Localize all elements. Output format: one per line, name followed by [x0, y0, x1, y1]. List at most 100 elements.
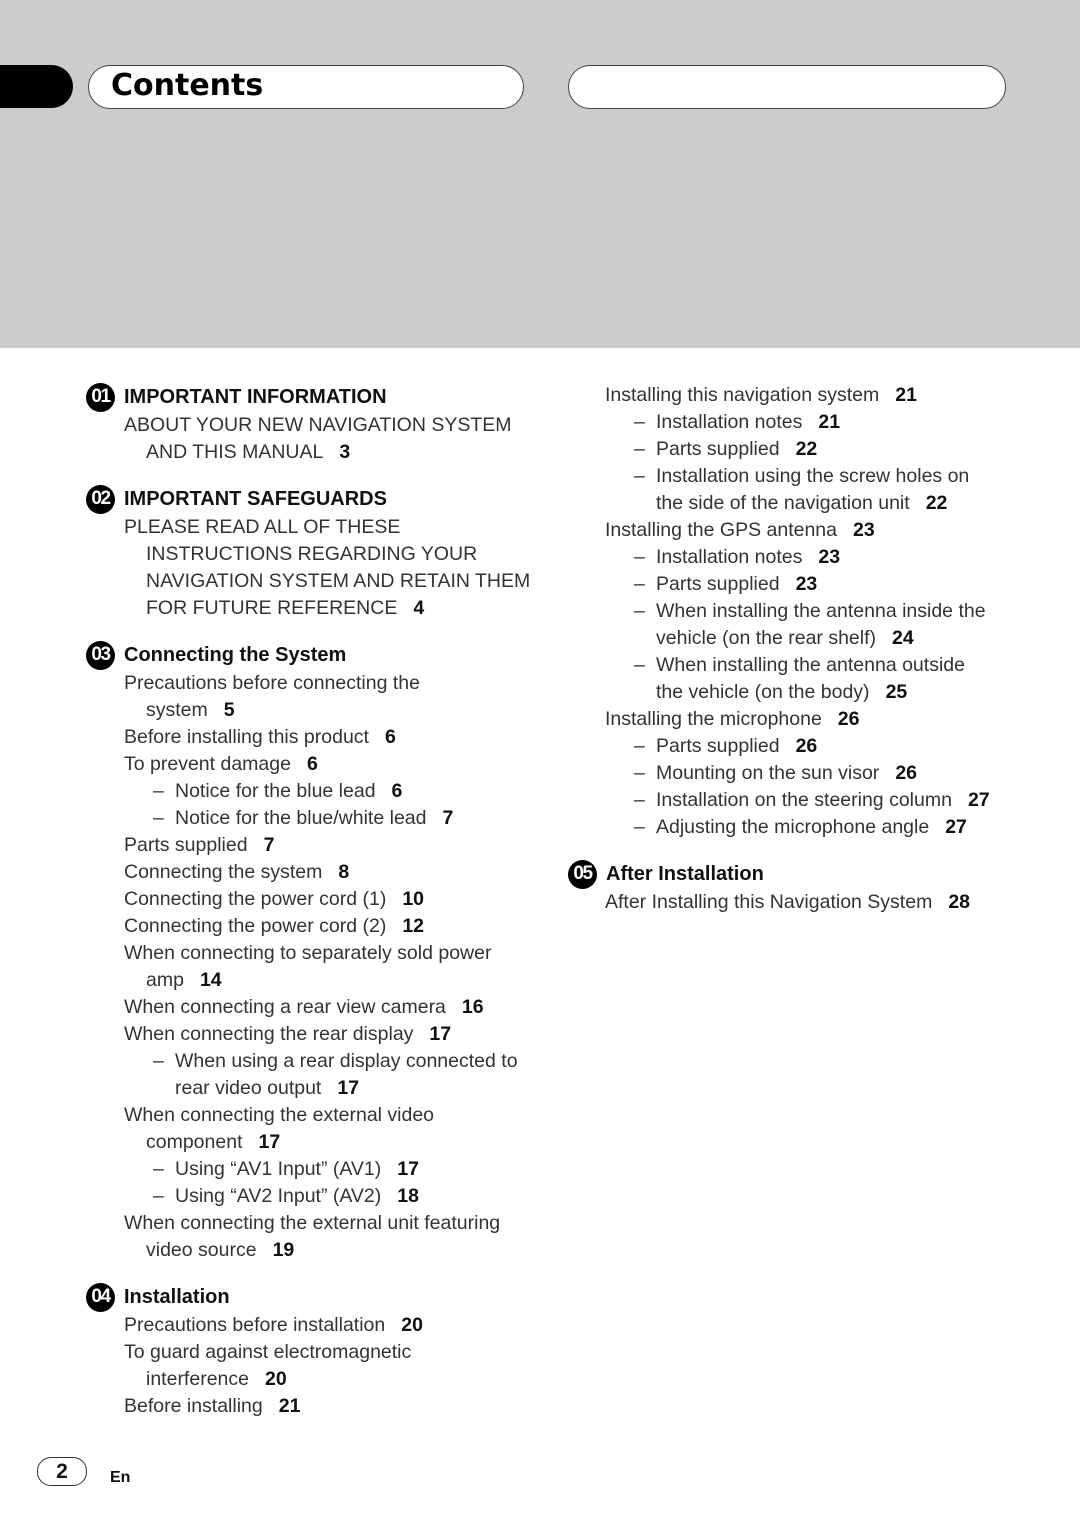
toc-entry[interactable]: – Installation notes 23: [568, 544, 1028, 571]
toc-entry[interactable]: – Parts supplied 22: [568, 436, 1028, 463]
page-ref[interactable]: 22: [796, 438, 818, 460]
page-ref[interactable]: 26: [838, 708, 860, 730]
page-title: Contents: [111, 68, 264, 103]
toc-entry[interactable]: Installing this navigation system 21: [568, 382, 1028, 409]
toc-entry[interactable]: Before installing this product 6: [86, 724, 546, 751]
section-title[interactable]: Connecting the System: [124, 644, 346, 667]
page-ref[interactable]: 8: [338, 861, 349, 883]
toc-entry[interactable]: Before installing 21: [86, 1393, 546, 1420]
toc-entry[interactable]: To prevent damage 6: [86, 751, 546, 778]
toc-entry[interactable]: – Mounting on the sun visor 26: [568, 760, 1028, 787]
dash-bullet: –: [634, 789, 645, 811]
toc-entry[interactable]: – Installation using the screw holes on th…: [568, 463, 1028, 517]
page-ref[interactable]: 19: [273, 1239, 295, 1261]
toc-entry[interactable]: – Notice for the blue/white lead 7: [86, 805, 546, 832]
section-title[interactable]: Installation: [124, 1286, 230, 1309]
page-ref[interactable]: 14: [200, 969, 222, 991]
page-ref[interactable]: 17: [258, 1131, 280, 1153]
page-ref[interactable]: 4: [413, 597, 424, 619]
toc-entry[interactable]: – Parts supplied 23: [568, 571, 1028, 598]
entry-first-line: When connecting the external unit featur…: [124, 1210, 546, 1237]
toc-entry[interactable]: When connecting the external unit featur…: [86, 1210, 546, 1264]
toc-entry[interactable]: – Using “AV1 Input” (AV1) 17: [86, 1156, 546, 1183]
page-ref[interactable]: 22: [926, 492, 948, 514]
section-title[interactable]: IMPORTANT SAFEGUARDS: [124, 488, 387, 511]
toc-entry[interactable]: – Installation on the steering column 27: [568, 787, 1028, 814]
entry-text: Using “AV1 Input” (AV1): [175, 1158, 382, 1180]
entry-continuation: AND THIS MANUAL 3: [124, 439, 546, 466]
section-heading[interactable]: 02 IMPORTANT SAFEGUARDS: [86, 484, 546, 514]
toc-entry[interactable]: PLEASE READ ALL OF THESE INSTRUCTIONS REG…: [86, 514, 546, 622]
toc-entry[interactable]: Installing the microphone 26: [568, 706, 1028, 733]
toc-entry[interactable]: – When installing the antenna outside the …: [568, 652, 1028, 706]
page-ref[interactable]: 26: [895, 762, 917, 784]
page-ref[interactable]: 26: [796, 735, 818, 757]
page-ref[interactable]: 20: [401, 1314, 423, 1336]
page-ref[interactable]: 16: [462, 996, 484, 1018]
page-ref[interactable]: 24: [892, 627, 914, 649]
toc-entry[interactable]: When connecting the external video compon…: [86, 1102, 546, 1156]
toc-entry[interactable]: – When installing the antenna inside the v…: [568, 598, 1028, 652]
toc-entry[interactable]: ABOUT YOUR NEW NAVIGATION SYSTEM AND THIS…: [86, 412, 546, 466]
page-ref[interactable]: 6: [307, 753, 318, 775]
toc-entry[interactable]: Installing the GPS antenna 23: [568, 517, 1028, 544]
page-ref[interactable]: 25: [886, 681, 908, 703]
page-ref[interactable]: 23: [796, 573, 818, 595]
toc-entry[interactable]: – Adjusting the microphone angle 27: [568, 814, 1028, 841]
page-ref[interactable]: 27: [945, 816, 967, 838]
toc-entry[interactable]: Parts supplied 7: [86, 832, 546, 859]
page-number: 2: [37, 1457, 87, 1486]
entry-text: NAVIGATION SYSTEM AND RETAIN THEM: [146, 570, 531, 592]
entry-continuation: interference 20: [124, 1366, 546, 1393]
page-ref[interactable]: 3: [339, 441, 350, 463]
page-ref[interactable]: 12: [402, 915, 424, 937]
page-ref[interactable]: 28: [948, 891, 970, 913]
page-ref[interactable]: 17: [429, 1023, 451, 1045]
page-ref[interactable]: 27: [968, 789, 990, 811]
toc-entry[interactable]: – Using “AV2 Input” (AV2) 18: [86, 1183, 546, 1210]
toc-entry[interactable]: Precautions before connecting the system 5: [86, 670, 546, 724]
toc-entry[interactable]: Connecting the power cord (1) 10: [86, 886, 546, 913]
entry-first-line: PLEASE READ ALL OF THESE: [124, 514, 546, 541]
section-title[interactable]: IMPORTANT INFORMATION: [124, 386, 387, 409]
blank-title-box: [568, 65, 1006, 109]
page-ref[interactable]: 17: [337, 1077, 359, 1099]
section-heading[interactable]: 01 IMPORTANT INFORMATION: [86, 382, 546, 412]
toc-entry[interactable]: – Parts supplied 26: [568, 733, 1028, 760]
toc-entry[interactable]: To guard against electromagnetic interfer…: [86, 1339, 546, 1393]
page-ref[interactable]: 6: [385, 726, 396, 748]
toc-entry[interactable]: – Notice for the blue lead 6: [86, 778, 546, 805]
page-ref[interactable]: 7: [264, 834, 275, 856]
toc-entry[interactable]: After Installing this Navigation System 2…: [568, 889, 1028, 916]
page-ref[interactable]: 23: [818, 546, 840, 568]
page-number-text: 2: [56, 1459, 68, 1483]
page-ref[interactable]: 10: [402, 888, 424, 910]
section-title[interactable]: After Installation: [606, 863, 764, 886]
toc-entry[interactable]: Connecting the power cord (2) 12: [86, 913, 546, 940]
toc-entry[interactable]: Precautions before installation 20: [86, 1312, 546, 1339]
page-ref[interactable]: 21: [895, 384, 917, 406]
toc-entry[interactable]: When connecting a rear view camera 16: [86, 994, 546, 1021]
toc-entry[interactable]: Connecting the system 8: [86, 859, 546, 886]
page-ref[interactable]: 6: [392, 780, 403, 802]
section-heading[interactable]: 03 Connecting the System: [86, 640, 546, 670]
page-ref[interactable]: 17: [397, 1158, 419, 1180]
entry-text: ABOUT YOUR NEW NAVIGATION SYSTEM: [124, 414, 512, 436]
page-ref[interactable]: 18: [397, 1185, 419, 1207]
page-ref[interactable]: 23: [853, 519, 875, 541]
section-heading[interactable]: 04 Installation: [86, 1282, 546, 1312]
page-ref[interactable]: 20: [265, 1368, 287, 1390]
entry-first-line: When installing the antenna outside: [656, 652, 1028, 679]
entry-text: Before installing this product: [124, 726, 369, 748]
toc-entry[interactable]: When connecting the rear display 17: [86, 1021, 546, 1048]
entry-text: system: [146, 699, 208, 721]
toc-entry[interactable]: – Installation notes 21: [568, 409, 1028, 436]
page-ref[interactable]: 5: [224, 699, 235, 721]
page-ref[interactable]: 7: [442, 807, 453, 829]
section-heading[interactable]: 05 After Installation: [568, 859, 1028, 889]
page-ref[interactable]: 21: [818, 411, 840, 433]
toc-entry[interactable]: – When using a rear display connected to r…: [86, 1048, 546, 1102]
toc-entry[interactable]: When connecting to separately sold power…: [86, 940, 546, 994]
page-ref[interactable]: 21: [279, 1395, 301, 1417]
